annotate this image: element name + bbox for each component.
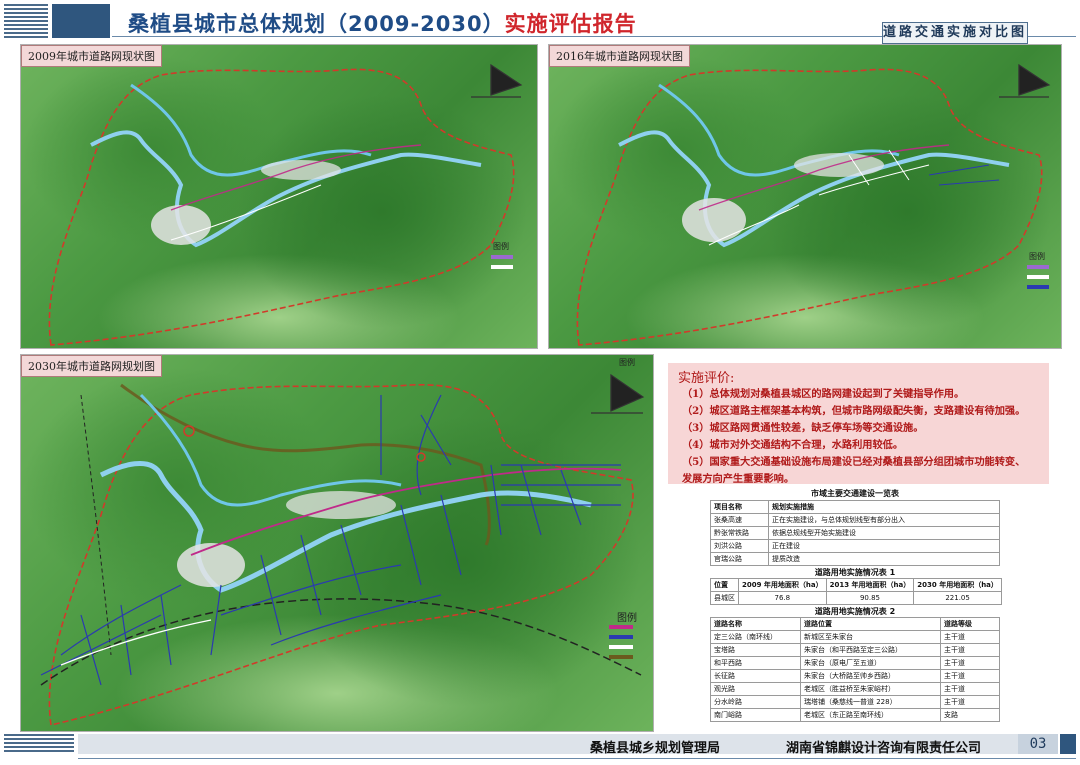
table-cell: 黔张常铁路 xyxy=(710,526,769,540)
table-cell: 老城区（胜益桥至朱家峪村） xyxy=(800,682,941,696)
table3: 道路名称 道路位置 道路等级 定三公路（南环线） 新城区至朱家台 主干道 宝塔路 朱家… xyxy=(710,617,1000,722)
table-cell: 主干道 xyxy=(940,643,1000,657)
table-cell: 提质改造 xyxy=(768,552,1000,566)
map-2009: 2009年城市道路网现状图 图例 xyxy=(20,44,538,349)
evaluation-item: （3）城区路网贯通性较差，缺乏停车场等交通设施。 xyxy=(682,422,924,434)
evaluation-item: （2）城区道路主框架基本构筑，但城市路网级配失衡，支路建设有待加强。 xyxy=(682,405,1026,417)
table-row: 黔张常铁路 依据总规线型开始实施建设 xyxy=(710,526,1000,540)
table-row: 官瑞公路 提质改造 xyxy=(710,552,1000,566)
header-logo-block xyxy=(52,4,110,38)
table-cell: 县城区 xyxy=(710,591,739,605)
table-row: 和平西路 朱家台（原电厂至五道） 主干道 xyxy=(710,656,1000,670)
table-header-cell: 位置 xyxy=(710,578,739,592)
table-cell: 分水岭路 xyxy=(710,695,801,709)
table-cell: 定三公路（南环线） xyxy=(710,630,801,644)
map-2030-title: 2030年城市道路网规划图 xyxy=(21,355,162,377)
table-cell: 正在实施建设，与总体规划线型有部分出入 xyxy=(768,513,1000,527)
table-header-cell: 2013 年用地面积（ha） xyxy=(825,578,915,592)
table1-caption: 市域主要交通建设一览表 xyxy=(811,489,899,498)
table-cell: 朱家台（大桥路至帅乡西路） xyxy=(800,669,941,683)
title-red: 实施评估报告 xyxy=(504,12,637,36)
table-cell: 瑞塔铺（桑慈线一普道 228） xyxy=(800,695,941,709)
table-cell: 刘洪公路 xyxy=(710,539,769,553)
table-row: 县城区 76.8 90.85 221.05 xyxy=(710,591,1002,605)
table-row: 刘洪公路 正在建设 xyxy=(710,539,1000,553)
footer-tail-block xyxy=(1060,734,1076,754)
map-2009-legend: 图例 xyxy=(493,242,509,251)
map-2030-drawing xyxy=(40,373,645,726)
table-header-cell: 2030 年用地面积（ha） xyxy=(913,578,1002,592)
evaluation-item: （1）总体规划对桑植县城区的路网建设起到了关键指导作用。 xyxy=(682,388,965,400)
table-header-cell: 2009 年用地面积（ha） xyxy=(738,578,827,592)
table3-caption: 道路用地实施情况表 2 xyxy=(814,607,896,616)
map-2030: 2030年城市道路网规划图 图例 图例 xyxy=(20,354,654,732)
table-cell: 和平西路 xyxy=(710,656,801,670)
evaluation-title: 实施评价: xyxy=(678,371,735,386)
table-cell: 90.85 xyxy=(825,591,915,605)
table-header-cell: 项目名称 xyxy=(710,500,769,514)
table-cell: 支路 xyxy=(940,708,1000,722)
table-header-cell: 规划实施措施 xyxy=(768,500,1000,514)
map-2030-legend: 图例 xyxy=(617,613,637,624)
table2-caption: 道路用地实施情况表 1 xyxy=(814,568,896,577)
table-cell: 张桑高速 xyxy=(710,513,769,527)
title-main: 桑植县城市总体规划（2009-2030） xyxy=(128,12,505,36)
evaluation-panel: 实施评价: （1）总体规划对桑植县城区的路网建设起到了关键指导作用。 （2）城区… xyxy=(668,363,1049,485)
footer-agency: 桑植县城乡规划管理局 xyxy=(590,741,721,756)
table-cell: 依据总规线型开始实施建设 xyxy=(768,526,1000,540)
section-tag: 道路交通实施对比图 xyxy=(882,22,1028,44)
table-header-row: 项目名称 规划实施措施 xyxy=(710,500,1000,514)
table-cell: 南门峪路 xyxy=(710,708,801,722)
map-2016-legend: 图例 xyxy=(1029,252,1045,261)
table-cell: 主干道 xyxy=(940,630,1000,644)
map-2016-title: 2016年城市道路网现状图 xyxy=(549,45,690,67)
map-2016-drawing xyxy=(576,63,1051,346)
map-2009-title: 2009年城市道路网现状图 xyxy=(21,45,162,67)
evaluation-item: （5）国家重大交通基础设施布局建设已经对桑植县部分组团城市功能转变、 xyxy=(682,456,1026,468)
page-title: 桑植县城市总体规划（2009-2030）实施评估报告 xyxy=(128,8,637,38)
map-2016: 2016年城市道路网现状图 图例 xyxy=(548,44,1062,349)
table-row: 观光路 老城区（胜益桥至朱家峪村） 主干道 xyxy=(710,682,1000,696)
table-row: 张桑高速 正在实施建设，与总体规划线型有部分出入 xyxy=(710,513,1000,527)
table-cell: 朱家台（原电厂至五道） xyxy=(800,656,941,670)
table-cell: 新城区至朱家台 xyxy=(800,630,941,644)
table-cell: 官瑞公路 xyxy=(710,552,769,566)
table-cell: 主干道 xyxy=(940,656,1000,670)
footer-company: 湖南省锦麒设计咨询有限责任公司 xyxy=(786,741,982,756)
table-header-row: 位置 2009 年用地面积（ha） 2013 年用地面积（ha） 2030 年用… xyxy=(710,578,1002,592)
table-cell: 宝塔路 xyxy=(710,643,801,657)
table-header-cell: 道路位置 xyxy=(800,617,941,631)
footer-divider xyxy=(78,758,1076,759)
map-2030-legend-top: 图例 xyxy=(619,358,635,367)
table-header-cell: 道路名称 xyxy=(710,617,801,631)
page-footer: 桑植县城乡规划管理局 湖南省锦麒设计咨询有限责任公司 03 xyxy=(0,734,1080,760)
table-cell: 主干道 xyxy=(940,682,1000,696)
table-header-cell: 道路等级 xyxy=(940,617,1000,631)
table-cell: 观光路 xyxy=(710,682,801,696)
table1: 项目名称 规划实施措施 张桑高速 正在实施建设，与总体规划线型有部分出入 黔张常铁… xyxy=(710,500,1000,566)
evaluation-item: 发展方向产生重要影响。 xyxy=(682,473,795,485)
map-2009-drawing xyxy=(48,63,523,346)
table-cell: 老城区（东正路至南环线） xyxy=(800,708,941,722)
table-cell: 正在建设 xyxy=(768,539,1000,553)
table-header-row: 道路名称 道路位置 道路等级 xyxy=(710,617,1000,631)
table-cell: 长征路 xyxy=(710,669,801,683)
page-number: 03 xyxy=(1018,734,1058,754)
table-row: 宝塔路 朱家台（和平西路至定三公路） 主干道 xyxy=(710,643,1000,657)
table2: 位置 2009 年用地面积（ha） 2013 年用地面积（ha） 2030 年用… xyxy=(710,578,1002,605)
table-row: 南门峪路 老城区（东正路至南环线） 支路 xyxy=(710,708,1000,722)
table-cell: 主干道 xyxy=(940,695,1000,709)
header-logo-stripes xyxy=(4,4,48,38)
table-cell: 朱家台（和平西路至定三公路） xyxy=(800,643,941,657)
table-cell: 221.05 xyxy=(913,591,1002,605)
footer-stripes xyxy=(4,734,74,754)
table-row: 分水岭路 瑞塔铺（桑慈线一普道 228） 主干道 xyxy=(710,695,1000,709)
table-cell: 主干道 xyxy=(940,669,1000,683)
evaluation-item: （4）城市对外交通结构不合理，水路利用较低。 xyxy=(682,439,904,451)
table-row: 长征路 朱家台（大桥路至帅乡西路） 主干道 xyxy=(710,669,1000,683)
table-cell: 76.8 xyxy=(738,591,827,605)
table-row: 定三公路（南环线） 新城区至朱家台 主干道 xyxy=(710,630,1000,644)
